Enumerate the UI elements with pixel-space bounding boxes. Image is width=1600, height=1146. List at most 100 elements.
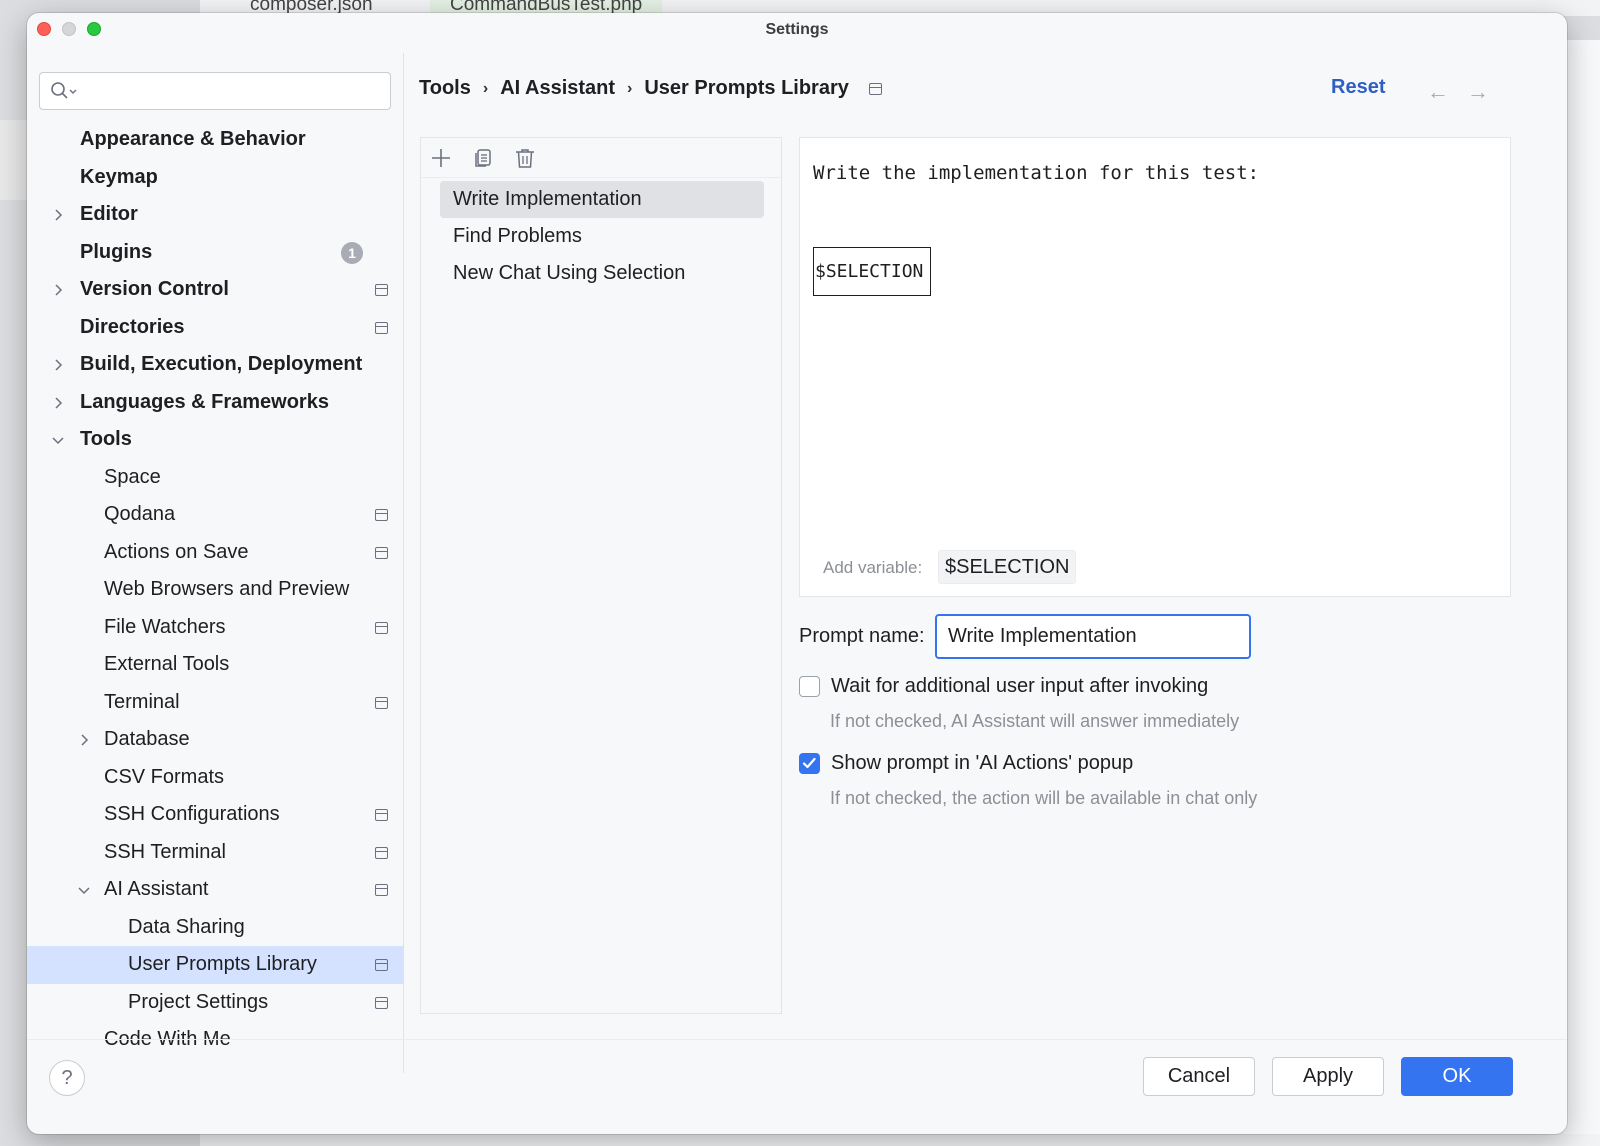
project-level-icon: [375, 696, 388, 709]
checkmark-icon: [802, 757, 816, 769]
chevron-right-icon[interactable]: [51, 283, 65, 297]
prompt-editor-variable[interactable]: $SELECTION: [813, 247, 931, 296]
prompt-list-item-label: New Chat Using Selection: [453, 262, 686, 284]
tree-item-editor[interactable]: Editor: [27, 196, 404, 234]
chevron-down-icon[interactable]: [77, 883, 91, 897]
tree-item-space[interactable]: Space: [27, 459, 404, 497]
prompt-editor-text[interactable]: Write the implementation for this test:: [813, 162, 1259, 184]
add-variable-label: Add variable:: [823, 558, 923, 577]
window-title: Settings: [765, 21, 829, 38]
show-in-ai-actions-label: Show prompt in 'AI Actions' popup: [831, 752, 1134, 774]
tree-item-label: AI Assistant: [104, 878, 209, 901]
tree-item-label: Plugins: [80, 240, 153, 263]
chevron-right-icon[interactable]: [51, 358, 65, 372]
tree-item-tools[interactable]: Tools: [27, 421, 404, 459]
project-level-icon: [375, 321, 388, 334]
tree-item-file-watchers[interactable]: File Watchers: [27, 609, 404, 647]
tree-item-languages-frameworks[interactable]: Languages & Frameworks: [27, 384, 404, 422]
settings-dialog: Settings Appearance & Behavior Keymap Ed…: [27, 13, 1567, 1134]
settings-tree: Appearance & Behavior Keymap Editor Plug…: [27, 121, 404, 1059]
background-tab-commandbustest[interactable]: CommandBusTest.php: [430, 0, 663, 15]
delete-prompt-button[interactable]: [513, 146, 537, 170]
background-gutter: [0, 120, 28, 200]
tree-item-version-control[interactable]: Version Control: [27, 271, 404, 309]
plugins-update-badge: 1: [341, 241, 363, 264]
breadcrumb-item-tools[interactable]: Tools: [419, 77, 471, 100]
apply-button[interactable]: Apply: [1272, 1057, 1384, 1096]
settings-search-input[interactable]: [84, 79, 374, 103]
tree-item-data-sharing[interactable]: Data Sharing: [27, 909, 404, 947]
settings-sidebar: Appearance & Behavior Keymap Editor Plug…: [27, 53, 404, 1073]
show-in-ai-actions-option[interactable]: Show prompt in 'AI Actions' popup: [799, 752, 1133, 775]
tree-item-label: Project Settings: [128, 990, 269, 1013]
tree-item-appearance-behavior[interactable]: Appearance & Behavior: [27, 121, 404, 159]
copy-prompt-button[interactable]: [471, 146, 495, 170]
wait-for-input-label: Wait for additional user input after inv…: [831, 675, 1209, 697]
tree-item-project-settings[interactable]: Project Settings: [27, 984, 404, 1022]
reset-link[interactable]: Reset: [1331, 76, 1385, 99]
breadcrumb-separator: ›: [627, 79, 633, 97]
background-tab-composer[interactable]: composer.json: [250, 0, 373, 15]
chevron-right-icon[interactable]: [51, 396, 65, 410]
tree-item-external-tools[interactable]: External Tools: [27, 646, 404, 684]
wait-for-input-option[interactable]: Wait for additional user input after inv…: [799, 675, 1208, 698]
tree-item-label: Keymap: [80, 165, 158, 188]
tree-item-label: Qodana: [104, 503, 176, 526]
tree-item-directories[interactable]: Directories: [27, 309, 404, 347]
chevron-right-icon[interactable]: [77, 733, 91, 747]
chevron-down-icon[interactable]: [51, 433, 65, 447]
tree-item-build-execution-deployment[interactable]: Build, Execution, Deployment: [27, 346, 404, 384]
prompt-list-item-write-implementation[interactable]: Write Implementation: [440, 181, 764, 218]
copy-icon: [475, 149, 491, 167]
title-bar: Settings: [27, 13, 1567, 53]
wait-for-input-checkbox[interactable]: [799, 676, 820, 697]
project-level-icon: [375, 884, 388, 896]
tree-item-qodana[interactable]: Qodana: [27, 496, 404, 534]
prompt-list-item-find-problems[interactable]: Find Problems: [440, 218, 764, 255]
show-in-ai-actions-checkbox[interactable]: [799, 753, 820, 774]
add-variable-selection-chip[interactable]: $SELECTION: [938, 550, 1077, 584]
project-level-icon: [375, 284, 388, 296]
dialog-footer: ? Cancel Apply OK: [27, 1039, 1567, 1134]
help-button[interactable]: ?: [49, 1060, 85, 1096]
forward-arrow-icon[interactable]: →: [1467, 79, 1489, 105]
tree-item-label: Actions on Save: [104, 540, 249, 563]
tree-item-ai-assistant[interactable]: AI Assistant: [27, 871, 404, 909]
back-arrow-icon[interactable]: ←: [1427, 79, 1449, 105]
tree-item-plugins[interactable]: Plugins 1: [27, 234, 404, 272]
show-in-ai-actions-hint: If not checked, the action will be avail…: [830, 788, 1258, 808]
tree-item-terminal[interactable]: Terminal: [27, 684, 404, 722]
search-icon: [51, 82, 77, 99]
project-level-icon: [375, 959, 388, 971]
tree-item-ssh-terminal[interactable]: SSH Terminal: [27, 834, 404, 872]
cancel-button[interactable]: Cancel: [1143, 1057, 1255, 1096]
prompt-list-item-label: Find Problems: [453, 225, 582, 247]
project-level-icon: [868, 82, 882, 95]
prompt-name-input[interactable]: [935, 614, 1251, 659]
tree-item-user-prompts-library[interactable]: User Prompts Library: [27, 946, 404, 984]
tree-item-ssh-configurations[interactable]: SSH Configurations: [27, 796, 404, 834]
tree-item-label: Version Control: [80, 278, 229, 301]
tree-item-label: Web Browsers and Preview: [104, 578, 350, 601]
breadcrumb-item-ai-assistant[interactable]: AI Assistant: [500, 77, 615, 100]
add-prompt-button[interactable]: [429, 146, 453, 170]
tree-item-label: File Watchers: [104, 615, 226, 638]
ok-button[interactable]: OK: [1401, 1057, 1513, 1096]
tree-item-keymap[interactable]: Keymap: [27, 159, 404, 197]
tree-item-web-browsers[interactable]: Web Browsers and Preview: [27, 571, 404, 609]
plus-icon: [432, 149, 450, 167]
prompt-list-panel: Write Implementation Find Problems New C…: [420, 137, 782, 1014]
prompt-editor[interactable]: Write the implementation for this test: …: [799, 137, 1511, 597]
chevron-right-icon[interactable]: [51, 208, 65, 222]
prompt-list-item-new-chat-using-selection[interactable]: New Chat Using Selection: [440, 255, 764, 292]
settings-search-box[interactable]: [39, 72, 391, 110]
tree-item-label: SSH Terminal: [104, 840, 226, 863]
project-level-icon: [375, 809, 388, 821]
tree-item-label: Database: [104, 728, 190, 751]
tree-item-csv-formats[interactable]: CSV Formats: [27, 759, 404, 797]
tree-item-label: Tools: [80, 428, 132, 451]
prompt-name-label: Prompt name:: [799, 625, 925, 647]
tree-item-label: Editor: [80, 203, 138, 226]
tree-item-actions-on-save[interactable]: Actions on Save: [27, 534, 404, 572]
tree-item-database[interactable]: Database: [27, 721, 404, 759]
